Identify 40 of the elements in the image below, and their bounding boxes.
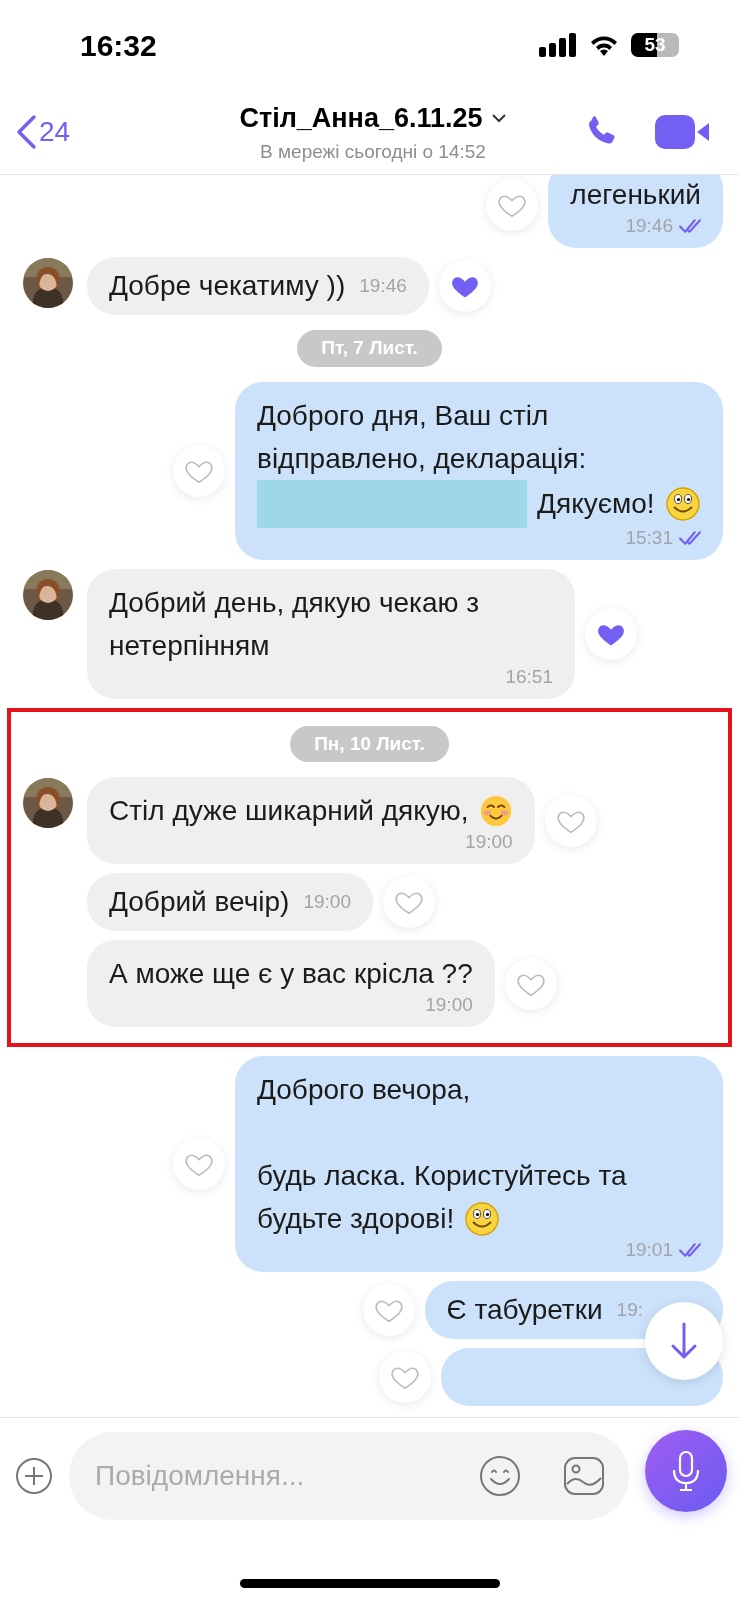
message-text: будьте здорові! <box>257 1202 455 1236</box>
message-text: Доброго вечора, будь ласка. Користуйтесь та <box>257 1073 627 1193</box>
back-button[interactable]: 24 <box>15 111 165 153</box>
message-text: А може ще є у вас крісла ?? <box>109 957 473 991</box>
microphone-button[interactable] <box>645 1430 727 1512</box>
timestamp: 19:46 <box>625 214 673 238</box>
message-text: Є табуретки <box>446 1293 603 1327</box>
signal-icon <box>539 33 577 57</box>
timestamp: 15:31 <box>625 525 673 550</box>
message-text: Доброго дня, Ваш стіл відправлено, декларація: <box>257 398 587 476</box>
wifi-icon <box>589 34 619 56</box>
arrow-down-icon <box>669 1321 699 1361</box>
online-status: В мережі сьогодні о 14:52 <box>260 140 486 164</box>
timestamp: 19:00 <box>425 993 473 1017</box>
emoji-icon[interactable] <box>479 1455 521 1497</box>
like-button[interactable] <box>585 607 637 660</box>
message-field[interactable]: Повідомлення... <box>69 1432 629 1520</box>
microphone-icon <box>671 1450 701 1492</box>
video-camera-icon[interactable] <box>655 113 711 151</box>
timestamp: 19:00 <box>465 830 513 854</box>
message-text: Стіл дуже шикарний дякую, <box>109 794 469 828</box>
timestamp: 16:51 <box>505 664 553 689</box>
plus-icon[interactable] <box>15 1457 53 1495</box>
timestamp: 19:01 <box>625 1238 673 1262</box>
message-text: Добрий вечір) <box>109 885 290 919</box>
clock-time: 16:32 <box>80 27 157 64</box>
timestamp: 19:00 <box>303 889 351 914</box>
message-text: Добрий день, дякую чекаю з нетерпінням <box>109 585 481 663</box>
chat-title[interactable]: Стіл_Анна_6.11.25 <box>239 97 483 138</box>
message-text: Дякуємо! <box>537 487 655 521</box>
smiley-icon <box>664 485 701 522</box>
message-text: Добре чекатиму )) <box>109 269 346 303</box>
chevron-left-icon <box>15 114 37 150</box>
timestamp: 19:46 <box>359 273 407 298</box>
gallery-icon[interactable] <box>563 1456 605 1496</box>
message-text: легенький <box>570 178 701 212</box>
chevron-down-icon[interactable] <box>490 112 507 123</box>
smiley-icon <box>464 1200 501 1237</box>
timestamp: 19: <box>616 1297 643 1322</box>
blushing-smiley-icon <box>478 793 513 828</box>
